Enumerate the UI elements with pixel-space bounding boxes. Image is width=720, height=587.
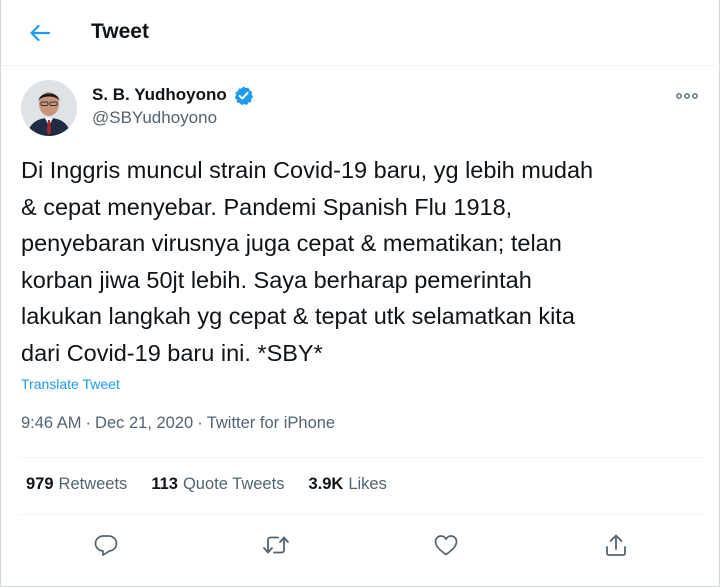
avatar[interactable] <box>21 80 77 136</box>
more-dots-icon <box>676 93 698 99</box>
stat-count: 113 <box>151 475 178 493</box>
tweet-actions <box>1 528 720 562</box>
reply-icon <box>94 535 118 556</box>
back-button[interactable] <box>23 18 57 48</box>
author-handle[interactable]: @SBYudhoyono <box>92 108 217 128</box>
arrow-left-icon <box>30 24 51 42</box>
stat-label: Retweets <box>58 475 128 493</box>
retweet-button[interactable] <box>259 528 293 562</box>
retweets-stat[interactable]: 979 Retweets <box>26 475 127 494</box>
like-button[interactable] <box>429 528 463 562</box>
reply-button[interactable] <box>89 528 123 562</box>
share-button[interactable] <box>599 528 633 562</box>
tweet-source[interactable]: Twitter for iPhone <box>207 414 335 432</box>
author-name[interactable]: S. B. Yudhoyono <box>92 85 227 105</box>
top-bar: Tweet <box>1 0 720 66</box>
meta-separator: · <box>85 414 92 432</box>
user-photo-icon <box>21 80 77 136</box>
stat-count: 979 <box>26 475 54 493</box>
tweet-text: Di Inggris muncul strain Covid-19 baru, … <box>21 157 594 366</box>
share-icon <box>606 534 626 556</box>
engagement-stats: 979 Retweets 113 Quote Tweets 3.9K Likes <box>26 475 411 494</box>
stat-count: 3.9K <box>308 475 344 493</box>
tweet-metadata: 9:46 AM · Dec 21, 2020 · Twitter for iPhone <box>21 414 335 433</box>
heart-icon <box>434 535 458 556</box>
stat-label: Quote Tweets <box>182 475 285 493</box>
divider <box>19 514 703 515</box>
divider <box>19 457 703 458</box>
likes-stat[interactable]: 3.9K Likes <box>308 475 386 494</box>
page-title: Tweet <box>91 20 149 43</box>
retweet-icon <box>263 536 289 554</box>
quote-tweets-stat[interactable]: 113 Quote Tweets <box>151 475 284 494</box>
stat-label: Likes <box>348 475 387 493</box>
more-options-button[interactable] <box>673 86 701 106</box>
meta-separator: · <box>197 414 203 432</box>
tweet-time[interactable]: 9:46 AM <box>21 414 82 432</box>
verified-badge-icon <box>234 86 254 106</box>
tweet-page: Tweet S. B. Yudhoyono @SBYudhoyono Di In… <box>0 0 720 587</box>
translate-tweet-link[interactable]: Translate Tweet <box>21 376 120 392</box>
tweet-date[interactable]: Dec 21, 2020 <box>95 414 193 432</box>
